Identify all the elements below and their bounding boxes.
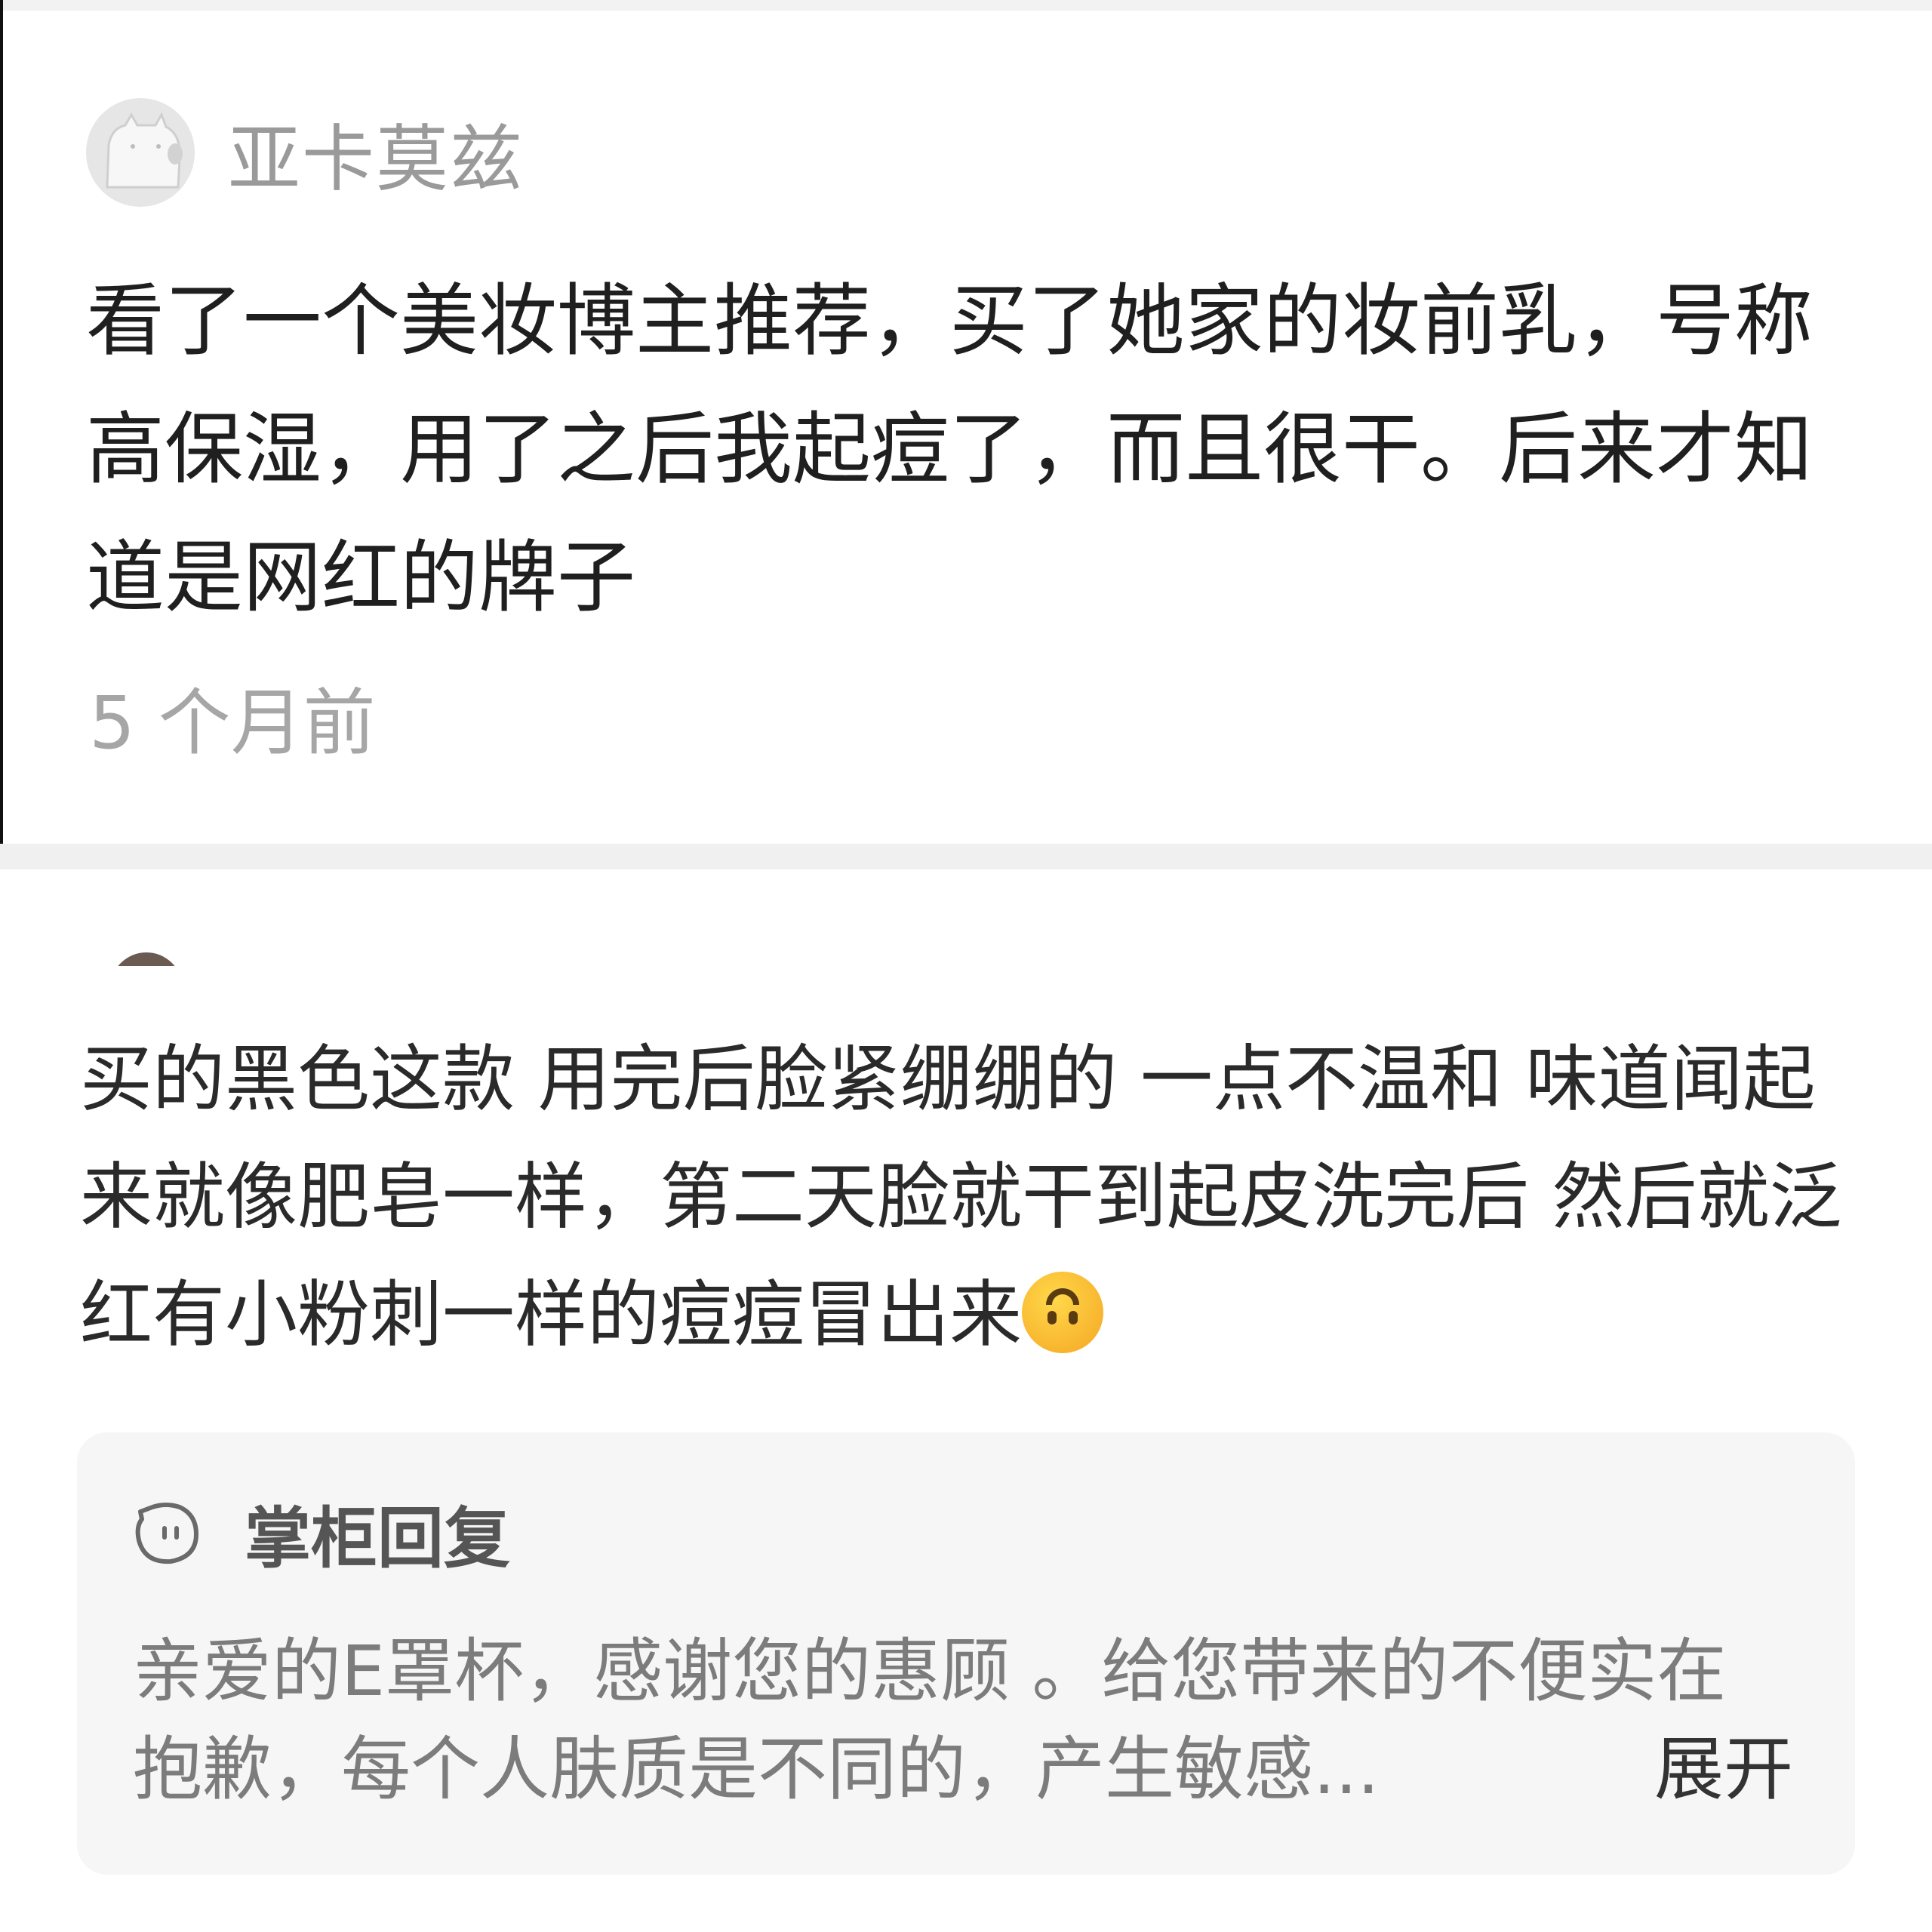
second-comment-text-block: 买的黑色这款 用完后脸紧绷绷的 一点不温和 味道闻起来就像肥皂一样，第二天脸就干… (80, 1020, 1876, 1374)
shop-reply-text: 亲爱的E罩杯，感谢您的惠顾 。给您带来的不便实在 抱歉，每个人肤质是不同的，产生… (133, 1623, 1793, 1819)
top-divider (0, 0, 1932, 11)
second-comment-card-header (0, 869, 1932, 966)
shop-reply-line1: 亲爱的E罩杯，感谢您的惠顾 。给您带来的不便实在 (133, 1631, 1727, 1712)
shop-reply-line2: 抱歉，每个人肤质是不同的，产生敏感... (133, 1729, 1380, 1810)
left-edge-line (0, 0, 3, 966)
comment-text: 看了一个美妆博主推荐，买了她家的妆前乳，号称高保湿，用了之后我起痘了，而且很干。… (86, 275, 1814, 623)
second-comment-text: 买的黑色这款 用完后脸紧绷绷的 一点不温和 味道闻起来就像肥皂一样，第二天脸就干… (80, 1037, 1842, 1357)
cat-avatar-icon[interactable] (86, 98, 195, 207)
shop-reply-box: 掌柜回复 亲爱的E罩杯，感谢您的惠顾 。给您带来的不便实在 抱歉，每个人肤质是不… (77, 1432, 1855, 1875)
shop-reply-header: 掌柜回复 (130, 1491, 510, 1577)
shop-reply-title: 掌柜回复 (245, 1499, 511, 1577)
section-separator (0, 844, 1932, 869)
shopkeeper-smile-icon (130, 1497, 202, 1569)
comment-time: 5 个月前 (89, 681, 376, 765)
upside-down-face-emoji-icon (1022, 1272, 1103, 1353)
expand-button[interactable]: 展开 (1654, 1721, 1793, 1819)
shop-reply-line2-row: 抱歉，每个人肤质是不同的，产生敏感... 展开 (133, 1721, 1793, 1819)
comment-user-row[interactable]: 亚卡莫兹 (86, 97, 524, 208)
username[interactable]: 亚卡莫兹 (228, 100, 524, 205)
